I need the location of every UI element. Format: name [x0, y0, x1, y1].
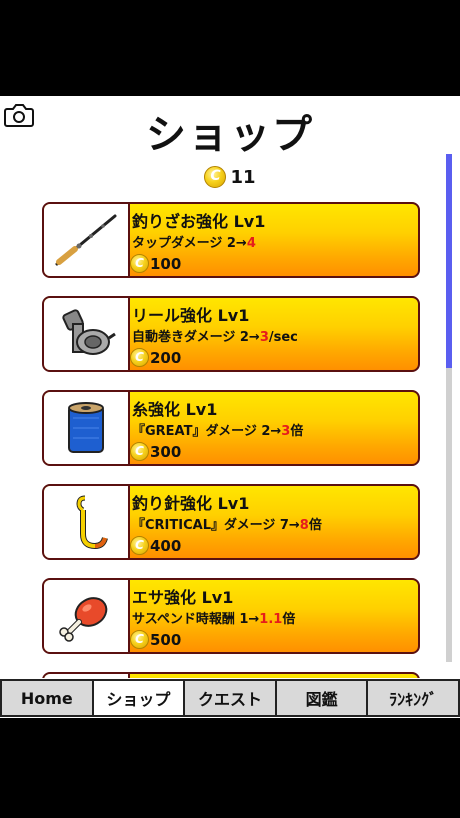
item-description: 自動巻きダメージ 2→3/sec — [132, 326, 298, 345]
fishing-rod-icon — [55, 214, 117, 266]
desc-value: 8 — [299, 518, 309, 533]
desc-value: 1.1 — [259, 612, 283, 627]
bait-meat-icon — [59, 597, 108, 642]
upgrade-card-bait[interactable]: エサ強化 Lv1 サスペンド時報酬 1→1.1倍 C 500 — [42, 578, 420, 654]
shop-screen: ショップ C 11 釣りざお強化 Lv1 タップダメージ 2→4 C 100 リ… — [0, 96, 460, 718]
item-name: リール強化 Lv1 — [132, 306, 250, 325]
coin-icon: C — [130, 630, 149, 649]
desc-text: サスペンド時報酬 1→ — [132, 612, 260, 627]
item-name: 糸強化 Lv1 — [132, 400, 218, 419]
upgrade-card-reel[interactable]: リール強化 Lv1 自動巻きダメージ 2→3/sec C 200 — [42, 296, 420, 372]
item-image — [44, 204, 130, 276]
coin-icon: C — [130, 442, 149, 461]
desc-unit: 倍 — [308, 518, 322, 533]
coin-icon: C — [130, 254, 149, 273]
coin-count: 11 — [230, 166, 256, 188]
price-value: 300 — [150, 442, 182, 461]
tab-ranking[interactable]: ﾗﾝｷﾝｸﾞ — [366, 679, 460, 717]
coin-balance: C 11 — [0, 164, 460, 190]
desc-value: 3 — [259, 330, 269, 345]
item-price: C 300 — [130, 442, 181, 461]
item-description: 『GREAT』ダメージ 2→3倍 — [132, 420, 303, 439]
desc-text: タップダメージ 2→ — [132, 236, 247, 251]
desc-value: 3 — [281, 424, 291, 439]
upgrade-card-thread[interactable]: 糸強化 Lv1 『GREAT』ダメージ 2→3倍 C 300 — [42, 390, 420, 466]
price-value: 500 — [150, 630, 182, 649]
item-image — [44, 580, 130, 652]
tab-quest[interactable]: クエスト — [183, 679, 277, 717]
fish-hook-icon — [76, 495, 108, 550]
item-price: C 100 — [130, 254, 181, 273]
item-description: サスペンド時報酬 1→1.1倍 — [132, 608, 295, 627]
desc-text: 『GREAT』ダメージ 2→ — [132, 424, 282, 439]
upgrade-card-hook[interactable]: 釣り針強化 Lv1 『CRITICAL』ダメージ 7→8倍 C 400 — [42, 484, 420, 560]
thread-spool-icon — [68, 402, 104, 453]
desc-unit: /sec — [268, 330, 298, 345]
item-image — [44, 392, 130, 464]
tab-encyclopedia[interactable]: 図鑑 — [274, 679, 369, 717]
tab-shop[interactable]: ショップ — [91, 679, 186, 717]
upgrade-card-rod[interactable]: 釣りざお強化 Lv1 タップダメージ 2→4 C 100 — [42, 202, 420, 278]
item-description: 『CRITICAL』ダメージ 7→8倍 — [132, 514, 322, 533]
tab-home[interactable]: Home — [0, 679, 94, 717]
desc-unit: 倍 — [282, 612, 296, 627]
item-description: タップダメージ 2→4 — [132, 232, 256, 251]
item-price: C 400 — [130, 536, 181, 555]
item-price: C 500 — [130, 630, 181, 649]
price-value: 200 — [150, 348, 182, 367]
coin-icon: C — [130, 536, 149, 555]
item-name: エサ強化 Lv1 — [132, 588, 234, 607]
item-price: C 200 — [130, 348, 181, 367]
item-name: 釣りざお強化 Lv1 — [132, 212, 266, 231]
bottom-tab-bar: Home ショップ クエスト 図鑑 ﾗﾝｷﾝｸﾞ — [0, 678, 460, 718]
price-value: 400 — [150, 536, 182, 555]
desc-text: 『CRITICAL』ダメージ 7→ — [132, 518, 300, 533]
desc-text: 自動巻きダメージ 2→ — [132, 330, 260, 345]
item-image — [44, 298, 130, 370]
scrollbar-thumb[interactable] — [446, 154, 452, 368]
coin-icon: C — [130, 348, 149, 367]
item-image — [44, 486, 130, 558]
item-name: 釣り針強化 Lv1 — [132, 494, 250, 513]
coin-icon: C — [204, 166, 227, 188]
desc-unit: 倍 — [290, 424, 304, 439]
page-title: ショップ — [146, 112, 314, 158]
desc-value: 4 — [246, 236, 256, 251]
price-value: 100 — [150, 254, 182, 273]
reel-icon — [62, 309, 116, 355]
